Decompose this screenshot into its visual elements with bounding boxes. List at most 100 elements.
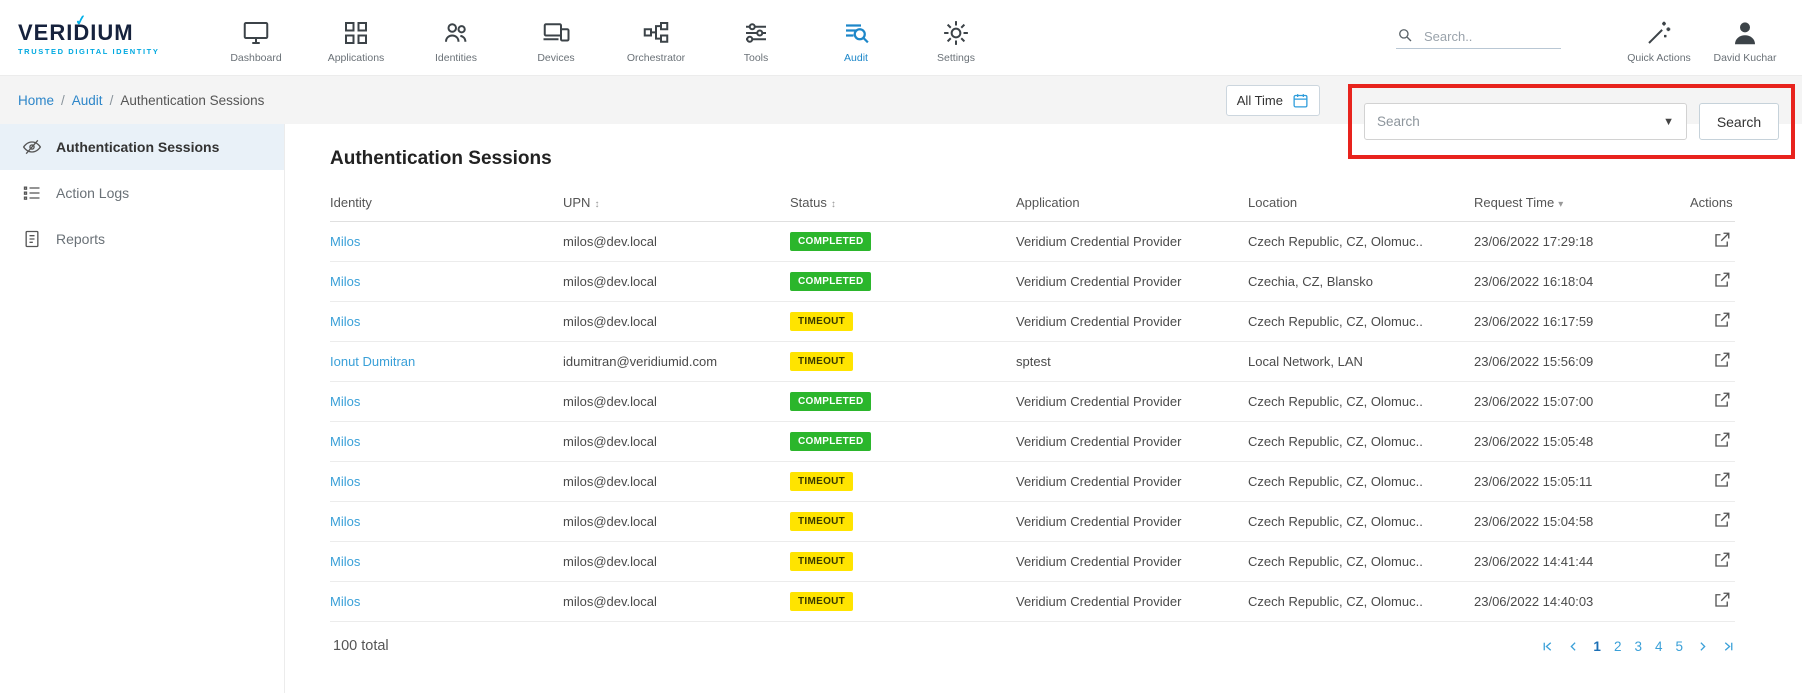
previous-page-icon[interactable] bbox=[1567, 640, 1580, 653]
request-time-cell: 23/06/2022 15:07:00 bbox=[1474, 394, 1690, 409]
report-document-icon bbox=[22, 229, 42, 249]
nav-item-identities[interactable]: Identities bbox=[406, 12, 506, 64]
status-badge: COMPLETED bbox=[790, 392, 871, 411]
page-number[interactable]: 2 bbox=[1614, 639, 1622, 654]
location-cell: Czechia, CZ, Blansko bbox=[1248, 274, 1474, 289]
location-cell: Czech Republic, CZ, Olomuc.. bbox=[1248, 434, 1474, 449]
content-area: Authentication Sessions Action Logs Repo… bbox=[0, 124, 1802, 693]
session-details-icon[interactable] bbox=[1713, 351, 1731, 369]
request-time-cell: 23/06/2022 17:29:18 bbox=[1474, 234, 1690, 249]
nav-item-devices[interactable]: Devices bbox=[506, 12, 606, 64]
status-badge: TIMEOUT bbox=[790, 512, 853, 531]
topnav-right: Quick Actions David Kuchar bbox=[1396, 0, 1788, 75]
session-details-icon[interactable] bbox=[1713, 591, 1731, 609]
quick-actions-button[interactable]: Quick Actions bbox=[1616, 12, 1702, 64]
orchestrator-icon bbox=[641, 18, 671, 48]
breadcrumb-audit[interactable]: Audit bbox=[72, 93, 103, 108]
breadcrumb-current: Authentication Sessions bbox=[120, 93, 264, 108]
page-number[interactable]: 1 bbox=[1593, 639, 1601, 654]
table-header-row: Identity UPN↕ Status↕ Application Locati… bbox=[330, 184, 1735, 222]
identity-link[interactable]: Milos bbox=[330, 554, 563, 569]
session-details-icon[interactable] bbox=[1713, 431, 1731, 449]
column-header-identity[interactable]: Identity bbox=[330, 195, 563, 210]
session-details-icon[interactable] bbox=[1713, 271, 1731, 289]
magic-wand-icon bbox=[1644, 18, 1674, 48]
first-page-icon[interactable] bbox=[1541, 640, 1554, 653]
identity-link[interactable]: Milos bbox=[330, 234, 563, 249]
sort-desc-icon: ▾ bbox=[1558, 199, 1563, 210]
identity-link[interactable]: Ionut Dumitran bbox=[330, 354, 563, 369]
brand-logo[interactable]: VERIDIUM ✓ TRUSTED DIGITAL IDENTITY bbox=[18, 20, 188, 56]
nav-item-audit[interactable]: Audit bbox=[806, 12, 906, 64]
identity-link[interactable]: Milos bbox=[330, 594, 563, 609]
request-time-cell: 23/06/2022 16:17:59 bbox=[1474, 314, 1690, 329]
location-cell: Czech Republic, CZ, Olomuc.. bbox=[1248, 594, 1474, 609]
sidebar-item-authentication-sessions[interactable]: Authentication Sessions bbox=[0, 124, 284, 170]
session-details-icon[interactable] bbox=[1713, 231, 1731, 249]
identity-link[interactable]: Milos bbox=[330, 514, 563, 529]
filter-search-button[interactable]: Search bbox=[1699, 103, 1779, 140]
page-number[interactable]: 5 bbox=[1675, 639, 1683, 654]
applications-icon bbox=[341, 18, 371, 48]
breadcrumb-home[interactable]: Home bbox=[18, 93, 54, 108]
table-row: Milos milos@dev.local TIMEOUT Veridium C… bbox=[330, 302, 1735, 342]
session-details-icon[interactable] bbox=[1713, 511, 1731, 529]
nav-item-orchestrator[interactable]: Orchestrator bbox=[606, 12, 706, 64]
session-details-icon[interactable] bbox=[1713, 311, 1731, 329]
main-panel: Authentication Sessions Identity UPN↕ St… bbox=[285, 124, 1802, 693]
column-header-application[interactable]: Application bbox=[1016, 195, 1248, 210]
identity-link[interactable]: Milos bbox=[330, 394, 563, 409]
upn-cell: idumitran@veridiumid.com bbox=[563, 354, 790, 369]
column-header-status[interactable]: Status↕ bbox=[790, 195, 1016, 210]
calendar-icon bbox=[1292, 92, 1309, 109]
column-header-actions: Actions bbox=[1690, 195, 1737, 210]
page-number[interactable]: 3 bbox=[1634, 639, 1642, 654]
upn-cell: milos@dev.local bbox=[563, 594, 790, 609]
sort-both-icon: ↕ bbox=[594, 199, 599, 210]
status-badge: COMPLETED bbox=[790, 432, 871, 451]
location-cell: Czech Republic, CZ, Olomuc.. bbox=[1248, 234, 1474, 249]
application-cell: Veridium Credential Provider bbox=[1016, 234, 1248, 249]
identities-icon bbox=[441, 18, 471, 48]
status-badge: COMPLETED bbox=[790, 272, 871, 291]
nav-item-dashboard[interactable]: Dashboard bbox=[206, 12, 306, 64]
global-search-input[interactable] bbox=[1424, 29, 1544, 44]
column-header-location[interactable]: Location bbox=[1248, 195, 1474, 210]
global-search[interactable] bbox=[1396, 26, 1561, 49]
breadcrumb-separator: / bbox=[61, 93, 65, 108]
session-details-icon[interactable] bbox=[1713, 551, 1731, 569]
location-cell: Czech Republic, CZ, Olomuc.. bbox=[1248, 554, 1474, 569]
location-cell: Czech Republic, CZ, Olomuc.. bbox=[1248, 474, 1474, 489]
primary-nav: Dashboard Applications Identities Device… bbox=[206, 12, 1006, 64]
application-cell: Veridium Credential Provider bbox=[1016, 514, 1248, 529]
upn-cell: milos@dev.local bbox=[563, 274, 790, 289]
nav-item-applications[interactable]: Applications bbox=[306, 12, 406, 64]
sidebar-item-action-logs[interactable]: Action Logs bbox=[0, 170, 284, 216]
table-row: Ionut Dumitran idumitran@veridiumid.com … bbox=[330, 342, 1735, 382]
upn-cell: milos@dev.local bbox=[563, 474, 790, 489]
sessions-table: Identity UPN↕ Status↕ Application Locati… bbox=[330, 184, 1735, 622]
settings-icon bbox=[941, 18, 971, 48]
list-icon bbox=[22, 183, 42, 203]
filter-search-dropdown[interactable]: Search ▼ bbox=[1364, 103, 1687, 140]
nav-item-tools[interactable]: Tools bbox=[706, 12, 806, 64]
user-menu[interactable]: David Kuchar bbox=[1702, 12, 1788, 64]
session-details-icon[interactable] bbox=[1713, 471, 1731, 489]
page-number[interactable]: 4 bbox=[1655, 639, 1663, 654]
status-badge: TIMEOUT bbox=[790, 552, 853, 571]
identity-link[interactable]: Milos bbox=[330, 474, 563, 489]
sidebar-item-reports[interactable]: Reports bbox=[0, 216, 284, 262]
identity-link[interactable]: Milos bbox=[330, 314, 563, 329]
session-details-icon[interactable] bbox=[1713, 391, 1731, 409]
table-row: Milos milos@dev.local COMPLETED Veridium… bbox=[330, 262, 1735, 302]
application-cell: Veridium Credential Provider bbox=[1016, 434, 1248, 449]
column-header-upn[interactable]: UPN↕ bbox=[563, 195, 790, 210]
identity-link[interactable]: Milos bbox=[330, 274, 563, 289]
column-header-request-time[interactable]: Request Time▾ bbox=[1474, 195, 1690, 210]
next-page-icon[interactable] bbox=[1696, 640, 1709, 653]
last-page-icon[interactable] bbox=[1722, 640, 1735, 653]
time-range-button[interactable]: All Time bbox=[1226, 85, 1320, 116]
time-range-label: All Time bbox=[1237, 93, 1283, 108]
nav-item-settings[interactable]: Settings bbox=[906, 12, 1006, 64]
identity-link[interactable]: Milos bbox=[330, 434, 563, 449]
